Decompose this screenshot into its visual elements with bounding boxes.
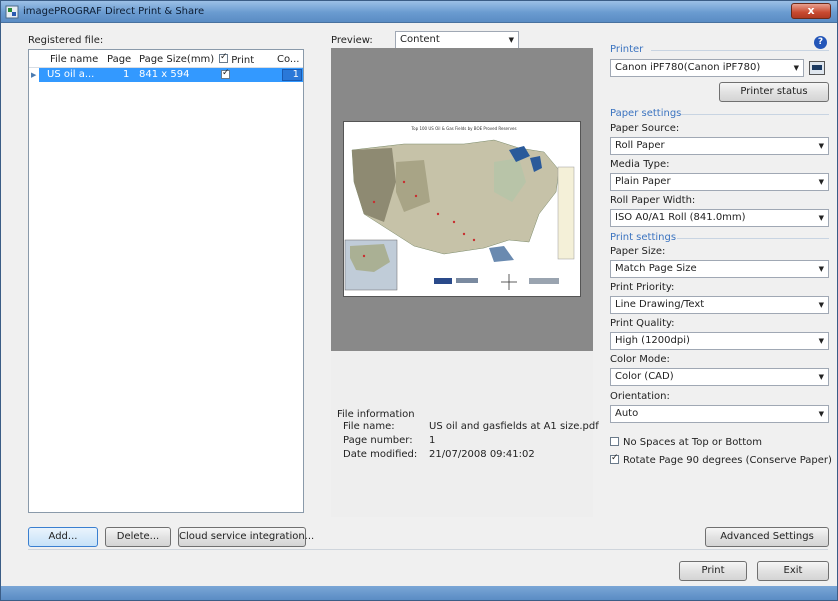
close-button[interactable]: x xyxy=(791,3,831,19)
file-list-header: File name Page Page Size(mm) Print Co... xyxy=(29,50,303,68)
paper-source-label: Paper Source: xyxy=(610,123,680,134)
file-name-label: File name: xyxy=(343,421,395,432)
printer-select[interactable]: Canon iPF780(Canon iPF780) ▼ xyxy=(610,59,804,77)
chevron-down-icon: ▼ xyxy=(818,337,824,345)
column-page[interactable]: Page xyxy=(107,54,131,65)
paper-size-label: Paper Size: xyxy=(610,246,666,257)
preview-mode-select[interactable]: Content ▼ xyxy=(395,31,519,49)
column-copies[interactable]: Co... xyxy=(277,54,299,65)
chevron-down-icon: ▼ xyxy=(818,214,824,222)
chevron-down-icon: ▼ xyxy=(793,64,799,72)
window-title: imagePROGRAF Direct Print & Share xyxy=(23,6,205,17)
registered-file-label: Registered file: xyxy=(28,35,104,46)
media-type-select[interactable]: Plain Paper ▼ xyxy=(610,173,829,191)
no-spaces-checkbox[interactable] xyxy=(610,437,619,446)
print-all-checkbox[interactable] xyxy=(219,52,228,63)
print-settings-section-title: Print settings xyxy=(610,232,677,243)
print-quality-label: Print Quality: xyxy=(610,318,675,329)
cloud-service-button[interactable]: Cloud service integration... xyxy=(178,527,314,547)
advanced-settings-button[interactable]: Advanced Settings xyxy=(705,527,829,547)
roll-paper-width-select[interactable]: ISO A0/A1 Roll (841.0mm) ▼ xyxy=(610,209,829,227)
paper-settings-divider xyxy=(681,114,829,115)
title-bar[interactable]: imagePROGRAF Direct Print & Share x xyxy=(1,1,837,23)
rotate-page-option[interactable]: Rotate Page 90 degrees (Conserve Paper) xyxy=(610,453,832,466)
column-page-size[interactable]: Page Size(mm) xyxy=(139,54,214,65)
page-number-value: 1 xyxy=(429,435,436,446)
chevron-down-icon: ▼ xyxy=(818,410,824,418)
column-file-name[interactable]: File name xyxy=(50,54,98,65)
chevron-down-icon: ▼ xyxy=(818,373,824,381)
orientation-label: Orientation: xyxy=(610,391,670,402)
printer-section-divider xyxy=(651,50,829,51)
row-print-checkbox[interactable] xyxy=(221,68,230,79)
file-name-value: US oil and gasfields at A1 size.pdf xyxy=(429,421,599,432)
footer-divider xyxy=(28,549,828,550)
delete-button[interactable]: Delete... xyxy=(105,527,171,547)
print-settings-divider xyxy=(677,238,829,239)
exit-button[interactable]: Exit xyxy=(757,561,829,581)
table-row[interactable]: US oil a... 1 841 x 594 1 xyxy=(39,68,303,82)
add-button[interactable]: Add... xyxy=(28,527,98,547)
window-bottom-border xyxy=(1,586,837,600)
preview-label: Preview: xyxy=(331,35,373,46)
file-info-panel: File information File name: US oil and g… xyxy=(331,351,599,517)
us-map-image xyxy=(344,139,575,291)
print-priority-label: Print Priority: xyxy=(610,282,675,293)
print-button[interactable]: Print xyxy=(679,561,747,581)
chevron-down-icon: ▼ xyxy=(818,178,824,186)
main-window: imagePROGRAF Direct Print & Share x Regi… xyxy=(0,0,838,601)
media-type-label: Media Type: xyxy=(610,159,670,170)
paper-source-select[interactable]: Roll Paper ▼ xyxy=(610,137,829,155)
no-spaces-option[interactable]: No Spaces at Top or Bottom xyxy=(610,437,762,448)
chevron-down-icon: ▼ xyxy=(508,36,514,44)
file-list[interactable]: File name Page Page Size(mm) Print Co...… xyxy=(28,49,304,513)
print-quality-select[interactable]: High (1200dpi) ▼ xyxy=(610,332,829,350)
row-page: 1 xyxy=(123,69,130,80)
chevron-down-icon: ▼ xyxy=(818,265,824,273)
orientation-select[interactable]: Auto ▼ xyxy=(610,405,829,423)
page-number-label: Page number: xyxy=(343,435,413,446)
row-file-name: US oil a... xyxy=(47,69,95,80)
help-icon[interactable]: ? xyxy=(814,36,827,49)
chevron-down-icon: ▼ xyxy=(818,142,824,150)
preview-page: Top 100 US Oil & Gas Fields by BOE Prove… xyxy=(343,121,581,297)
paper-size-select[interactable]: Match Page Size ▼ xyxy=(610,260,829,278)
file-info-title: File information xyxy=(337,409,415,420)
date-modified-value: 21/07/2008 09:41:02 xyxy=(429,449,535,460)
row-page-size: 841 x 594 xyxy=(139,69,190,80)
color-mode-label: Color Mode: xyxy=(610,354,670,365)
print-priority-select[interactable]: Line Drawing/Text ▼ xyxy=(610,296,829,314)
paper-settings-section-title: Paper settings xyxy=(610,108,682,119)
roll-paper-width-label: Roll Paper Width: xyxy=(610,195,696,206)
date-modified-label: Date modified: xyxy=(343,449,418,460)
row-copies-field[interactable]: 1 xyxy=(282,69,302,81)
rotate-page-checkbox[interactable] xyxy=(610,453,619,464)
chevron-down-icon: ▼ xyxy=(818,301,824,309)
app-icon xyxy=(5,5,19,19)
current-row-arrow-icon: ▶ xyxy=(31,71,37,79)
printer-section-title: Printer xyxy=(610,44,644,55)
printer-icon[interactable] xyxy=(809,61,825,75)
column-print[interactable]: Print xyxy=(219,52,254,66)
color-mode-select[interactable]: Color (CAD) ▼ xyxy=(610,368,829,386)
printer-status-button[interactable]: Printer status xyxy=(719,82,829,102)
